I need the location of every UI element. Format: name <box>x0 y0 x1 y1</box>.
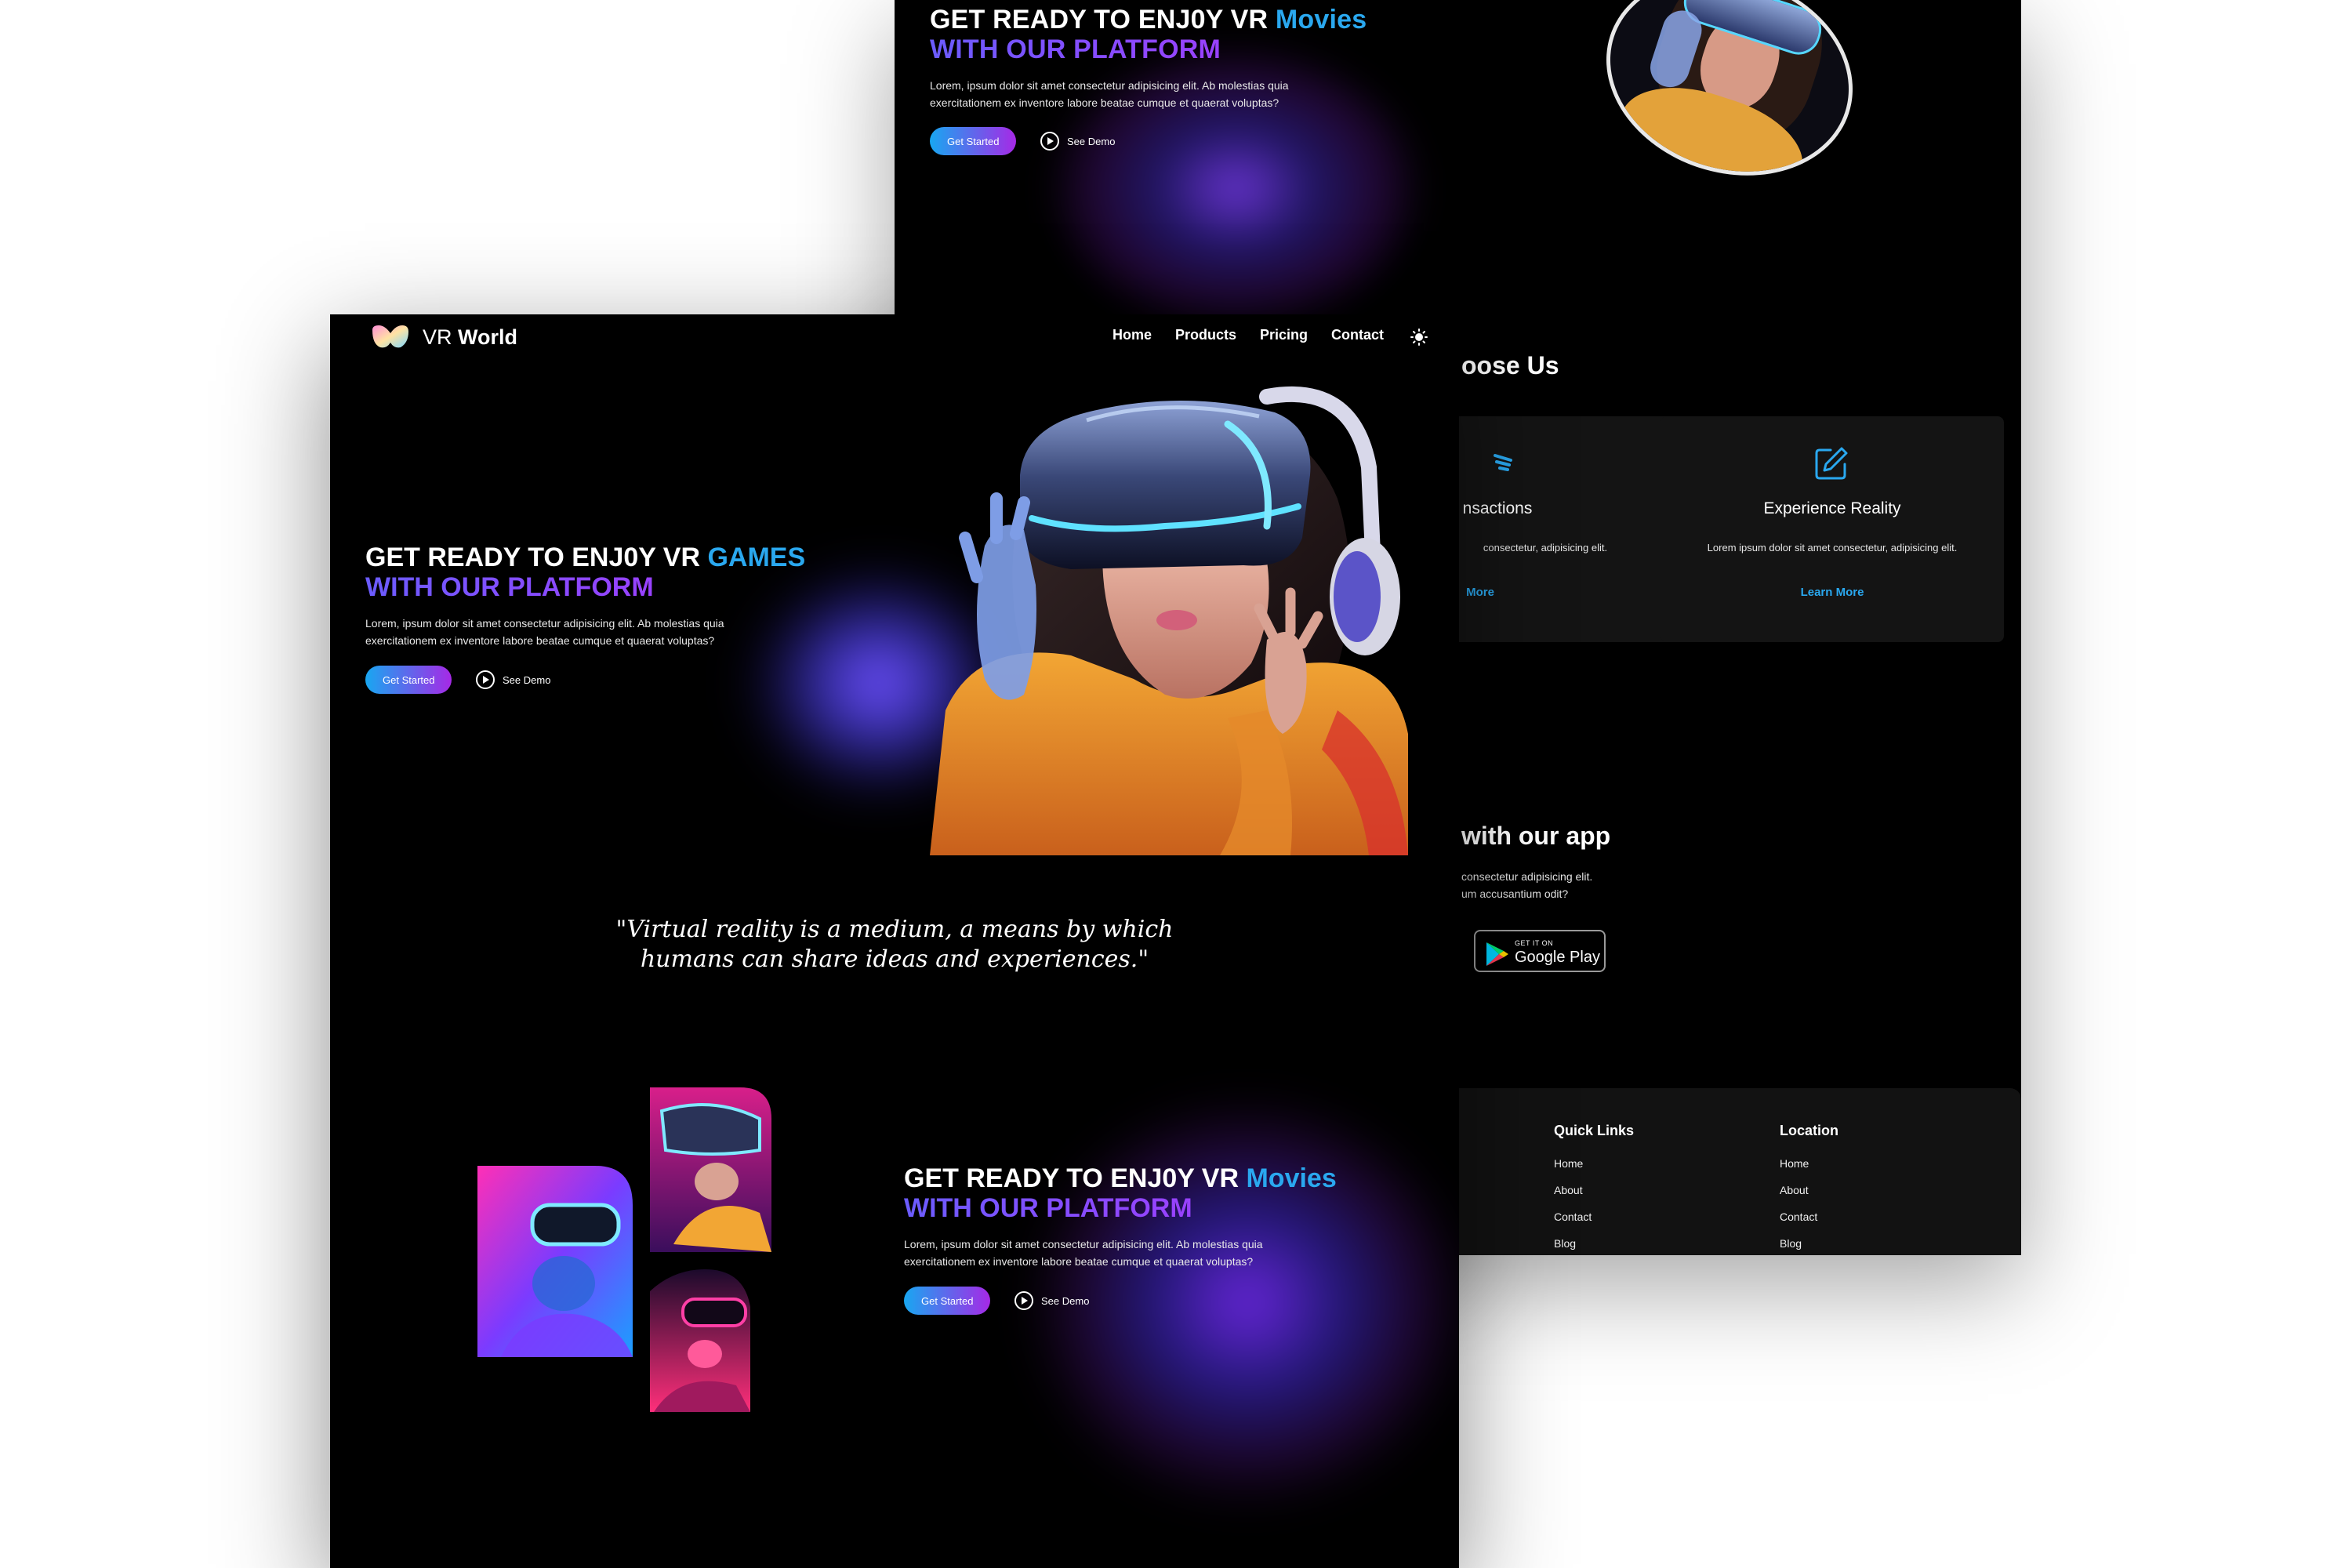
movies-title: GET READY TO ENJ0Y VR Movies WITH OUR PL… <box>904 1163 1337 1223</box>
brand-name: VR World <box>423 325 518 349</box>
footer-link[interactable]: Home <box>1554 1150 1634 1177</box>
hero-description: Lorem, ipsum dolor sit amet consectetur … <box>365 617 724 647</box>
wifi-icon <box>1494 454 1512 471</box>
footer-link[interactable]: About <box>1780 1177 1838 1203</box>
brand-logo[interactable]: VR World <box>369 324 517 350</box>
hero-title: GET READY TO ENJ0Y VR GAMES WITH OUR PLA… <box>365 543 806 602</box>
title-highlight: Movies <box>1275 5 1367 34</box>
see-demo-label: See Demo <box>503 673 551 686</box>
app-section-title: with our app <box>1461 822 1611 850</box>
footer-link[interactable]: Contact <box>1780 1203 1838 1230</box>
app-description: consectetur adipisicing elit. um accusan… <box>1461 870 1593 900</box>
play-icon <box>476 670 495 689</box>
back-hero-description: Lorem, ipsum dolor sit amet consectetur … <box>930 79 1289 109</box>
vr-girl-ring-image <box>1580 0 1879 207</box>
see-demo-button[interactable]: See Demo <box>476 670 550 689</box>
nav-contact[interactable]: Contact <box>1331 327 1384 343</box>
google-play-button[interactable]: GET IT ON Google Play <box>1474 930 1606 972</box>
title-highlight: Movies <box>1246 1163 1337 1193</box>
get-started-button[interactable]: Get Started <box>365 666 452 694</box>
see-demo-label: See Demo <box>1067 135 1116 147</box>
movies-description: Lorem, ipsum dolor sit amet consectetur … <box>904 1238 1263 1268</box>
footer-link[interactable]: Contact <box>1554 1203 1634 1230</box>
get-started-button[interactable]: Get Started <box>930 127 1017 155</box>
nav-pricing[interactable]: Pricing <box>1260 327 1308 343</box>
why-choose-title: oose Us <box>1461 351 1559 379</box>
see-demo-label: See Demo <box>1041 1294 1090 1307</box>
see-demo-button[interactable]: See Demo <box>1014 1291 1089 1310</box>
footer-link[interactable]: About <box>1554 1177 1634 1203</box>
footer-quick-links: Quick Links Home About Contact Blog <box>1554 1123 1634 1255</box>
get-started-button[interactable]: Get Started <box>904 1287 991 1315</box>
edit-icon <box>1815 447 1848 480</box>
back-hero-title: GET READY TO ENJ0Y VR Movies WITH OUR PL… <box>930 5 1367 64</box>
see-demo-button[interactable]: See Demo <box>1040 132 1115 151</box>
main-nav: Home Products Pricing Contact <box>1112 327 1384 343</box>
play-icon <box>1014 1291 1033 1310</box>
footer-location: Location Home About Contact Blog <box>1780 1123 1838 1255</box>
learn-more-link[interactable]: Learn More <box>1661 586 2004 599</box>
sun-icon[interactable] <box>1410 328 1428 346</box>
footer-link[interactable]: Home <box>1780 1150 1838 1177</box>
glow-orb <box>1028 1098 1459 1506</box>
front-page: VR World Home Products Pricing Contact G… <box>330 314 1459 1568</box>
nav-products[interactable]: Products <box>1175 327 1236 343</box>
vr-quote: "Virtual reality is a medium, a means by… <box>615 916 1174 973</box>
play-icon <box>1040 132 1059 151</box>
logo-icon <box>372 325 408 348</box>
title-highlight: GAMES <box>707 543 806 572</box>
vr-girl-hero-image <box>930 386 1408 855</box>
footer-link[interactable]: Blog <box>1780 1230 1838 1255</box>
google-play-icon <box>1486 942 1508 966</box>
nav-home[interactable]: Home <box>1112 327 1152 343</box>
mockup-canvas: GET READY TO ENJ0Y VR Movies WITH OUR PL… <box>0 0 2352 1568</box>
footer-link[interactable]: Blog <box>1554 1230 1634 1255</box>
feature-card-experience: Experience Reality Lorem ipsum dolor sit… <box>1661 416 2004 642</box>
vr-image-collage <box>477 1087 771 1412</box>
